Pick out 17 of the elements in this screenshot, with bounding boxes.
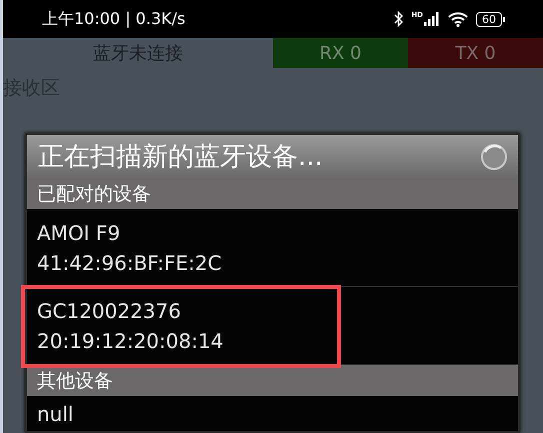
device-address: 41:42:96:BF:FE:2C [37,250,223,274]
section-title: 其他设备 [37,368,113,394]
bluetooth-icon [394,11,404,27]
rx-counter: RX 0 [273,38,408,68]
battery-level: 60 [476,12,502,26]
device-address: 20:19:12:20:08:14 [37,328,224,352]
device-name: GC120022376 [37,298,182,322]
dialog-title: 正在扫描新的蓝牙设备... [38,141,323,174]
device-name: null [37,402,74,426]
section-title: 已配对的设备 [37,182,151,206]
status-time: 上午10:00 | 0.3K/s [42,8,186,30]
device-item[interactable]: null [27,396,518,426]
tx-counter: TX 0 [408,38,543,68]
wifi-icon [448,12,468,26]
signal-icon [424,12,440,26]
device-name: AMOI F9 [37,220,122,244]
device-item[interactable]: AMOI F9 41:42:96:BF:FE:2C [27,209,518,287]
